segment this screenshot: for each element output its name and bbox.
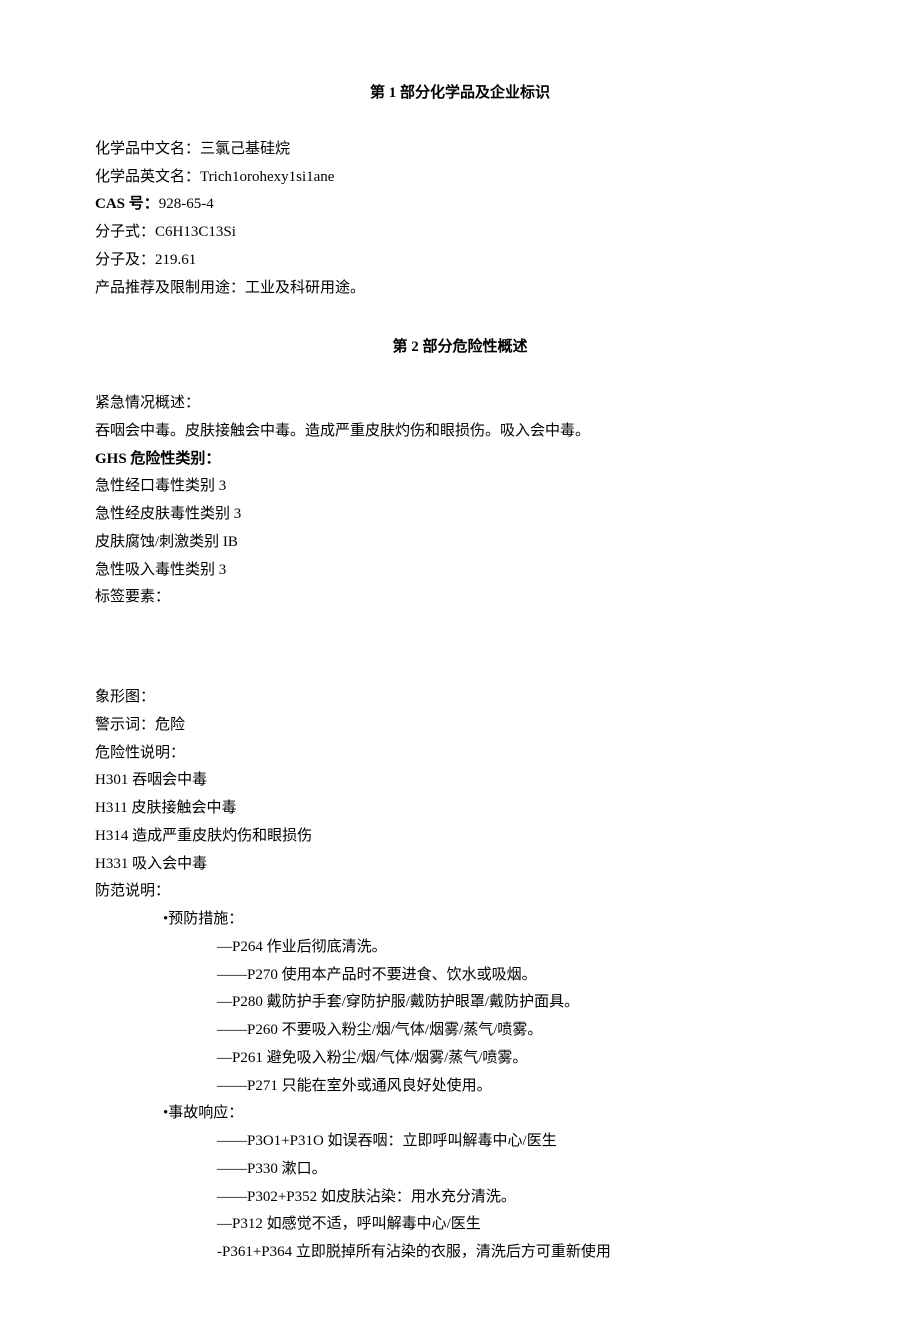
- value-cas: 928-65-4: [159, 196, 214, 212]
- field-use: 产品推荐及限制用途：工业及科研用途。: [95, 275, 825, 303]
- field-name-cn: 化学品中文名：三氯己基硅烷: [95, 136, 825, 164]
- field-mw: 分子及：219.61: [95, 247, 825, 275]
- ghs-label: GHS 危险性类别：: [95, 446, 825, 474]
- ghs-item: 皮肤腐蚀/刺激类别 IB: [95, 529, 825, 557]
- hazard-label: 危险性说明：: [95, 740, 825, 768]
- signal-label: 警示词：: [95, 717, 155, 733]
- label-use: 产品推荐及限制用途：: [95, 280, 245, 296]
- prevention-item: —P280 戴防护手套/穿防护服/戴防护眼罩/戴防护面具。: [95, 989, 825, 1017]
- ghs-item: 急性经口毒性类别 3: [95, 473, 825, 501]
- response-item: —P312 如感觉不适，呼叫解毒中心/医生: [95, 1211, 825, 1239]
- hazard-item: H314 造成严重皮肤灼伤和眼损伤: [95, 823, 825, 851]
- label-formula: 分子式：: [95, 224, 155, 240]
- signal-word: 危险: [155, 717, 185, 733]
- response-item: ——P302+P352 如皮肤沾染：用水充分清洗。: [95, 1184, 825, 1212]
- value-name-en: Trich1orohexy1si1ane: [200, 169, 334, 185]
- section-1-title: 第 1 部分化学品及企业标识: [95, 80, 825, 108]
- signal-word-line: 警示词：危险: [95, 712, 825, 740]
- label-name-en: 化学品英文名：: [95, 169, 200, 185]
- prevention-item: —P261 避免吸入粉尘/烟/气体/烟雾/蒸气/喷雾。: [95, 1045, 825, 1073]
- precaution-label: 防范说明：: [95, 878, 825, 906]
- prevention-item: —P264 作业后彻底清洗。: [95, 934, 825, 962]
- field-name-en: 化学品英文名：Trich1orohexy1si1ane: [95, 164, 825, 192]
- field-formula: 分子式：C6H13C13Si: [95, 219, 825, 247]
- response-item: ——P3O1+P31O 如误吞咽：立即呼叫解毒中心/医生: [95, 1128, 825, 1156]
- value-formula: C6H13C13Si: [155, 224, 236, 240]
- document-page: 第 1 部分化学品及企业标识 化学品中文名：三氯己基硅烷 化学品英文名：Tric…: [0, 0, 920, 1327]
- ghs-item: 急性经皮肤毒性类别 3: [95, 501, 825, 529]
- value-name-cn: 三氯己基硅烷: [200, 141, 290, 157]
- emergency-text: 吞咽会中毒。皮肤接触会中毒。造成严重皮肤灼伤和眼损伤。吸入会中毒。: [95, 418, 825, 446]
- ghs-item: 急性吸入毒性类别 3: [95, 557, 825, 585]
- label-cas: CAS 号：: [95, 196, 159, 212]
- label-name-cn: 化学品中文名：: [95, 141, 200, 157]
- value-use: 工业及科研用途。: [245, 280, 365, 296]
- label-elements: 标签要素：: [95, 584, 825, 612]
- pictogram-label: 象形图：: [95, 684, 825, 712]
- prevention-heading: •预防措施：: [95, 906, 825, 934]
- response-item: -P361+P364 立即脱掉所有沾染的衣服，清洗后方可重新使用: [95, 1239, 825, 1267]
- response-heading: •事故响应：: [95, 1100, 825, 1128]
- label-mw: 分子及：: [95, 252, 155, 268]
- hazard-item: H331 吸入会中毒: [95, 851, 825, 879]
- prevention-item: ——P271 只能在室外或通风良好处使用。: [95, 1073, 825, 1101]
- section-2-title: 第 2 部分危险性概述: [95, 334, 825, 362]
- response-item: ——P330 漱口。: [95, 1156, 825, 1184]
- field-cas: CAS 号：928-65-4: [95, 191, 825, 219]
- emergency-label: 紧急情况概述：: [95, 390, 825, 418]
- hazard-item: H311 皮肤接触会中毒: [95, 795, 825, 823]
- prevention-item: ——P270 使用本产品时不要进食、饮水或吸烟。: [95, 962, 825, 990]
- value-mw: 219.61: [155, 252, 196, 268]
- hazard-item: H301 吞咽会中毒: [95, 767, 825, 795]
- pictogram-placeholder: [95, 612, 825, 684]
- prevention-item: ——P260 不要吸入粉尘/烟/气体/烟雾/蒸气/喷雾。: [95, 1017, 825, 1045]
